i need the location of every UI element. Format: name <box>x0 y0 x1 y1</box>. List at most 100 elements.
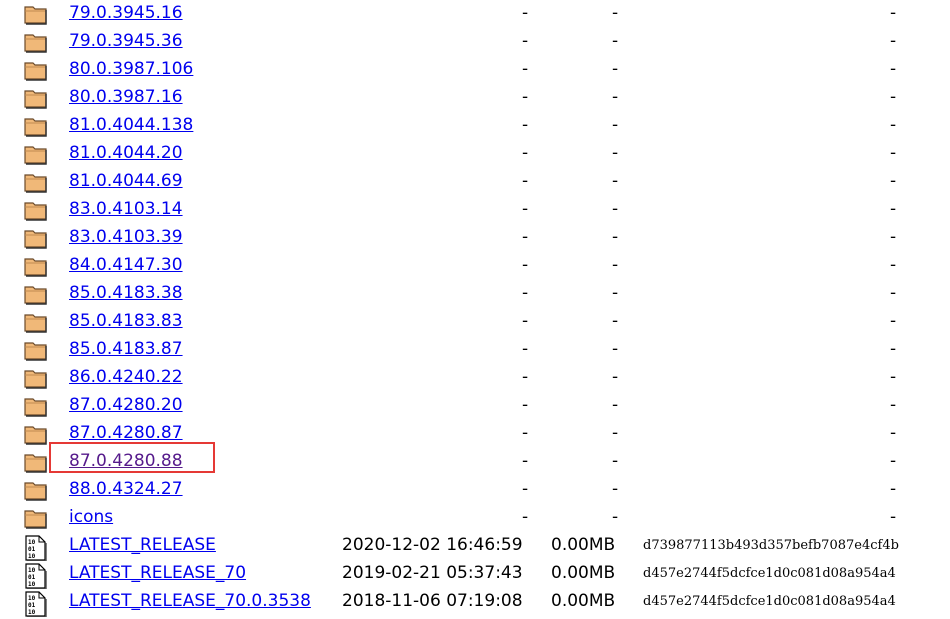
date-cell: - <box>522 115 529 135</box>
size-cell: - <box>612 59 619 79</box>
folder-icon <box>24 227 48 249</box>
hash-cell: - <box>890 115 897 135</box>
folder-icon <box>24 87 48 109</box>
svg-text:10: 10 <box>28 595 36 602</box>
size-cell: - <box>612 171 619 191</box>
size-cell: - <box>612 87 619 107</box>
svg-text:10: 10 <box>28 553 36 560</box>
size-cell: - <box>612 479 619 499</box>
entry-link[interactable]: 84.0.4147.30 <box>69 255 183 275</box>
hash-cell: - <box>890 87 897 107</box>
table-row: icons - - - <box>0 504 950 532</box>
table-row: 81.0.4044.20 - - - <box>0 140 950 168</box>
date-cell: - <box>522 87 529 107</box>
entry-link[interactable]: 87.0.4280.20 <box>69 395 183 415</box>
entry-link[interactable]: 83.0.4103.14 <box>69 199 183 219</box>
hash-cell: - <box>890 283 897 303</box>
entry-link[interactable]: icons <box>69 507 113 527</box>
date-cell: - <box>522 227 529 247</box>
folder-icon <box>24 339 48 361</box>
table-row: 85.0.4183.38 - - - <box>0 280 950 308</box>
table-row: 80.0.3987.106 - - - <box>0 56 950 84</box>
folder-icon <box>24 367 48 389</box>
entry-link[interactable]: 80.0.3987.16 <box>69 87 183 107</box>
entry-link[interactable]: 85.0.4183.87 <box>69 339 183 359</box>
date-cell: 2018-11-06 07:19:08 <box>342 591 523 611</box>
highlight-box <box>49 442 215 473</box>
size-cell: 0.00MB <box>551 563 616 583</box>
entry-link[interactable]: 83.0.4103.39 <box>69 227 183 247</box>
date-cell: 2019-02-21 05:37:43 <box>342 563 523 583</box>
folder-icon <box>24 115 48 137</box>
hash-cell: - <box>890 367 897 387</box>
table-row: 83.0.4103.39 - - - <box>0 224 950 252</box>
hash-cell: - <box>890 507 897 527</box>
hash-cell: - <box>890 3 897 23</box>
size-cell: - <box>612 367 619 387</box>
entry-link[interactable]: 81.0.4044.20 <box>69 143 183 163</box>
hash-cell: d457e2744f5dcfce1d0c081d08a954a4 <box>643 594 896 609</box>
hash-cell: - <box>890 311 897 331</box>
entry-link[interactable]: LATEST_RELEASE_70.0.3538 <box>69 591 311 611</box>
folder-icon <box>24 199 48 221</box>
svg-text:10: 10 <box>28 609 36 616</box>
binary-file-icon: 10 01 10 <box>24 591 48 618</box>
date-cell: - <box>522 31 529 51</box>
table-row: 79.0.3945.16 - - - <box>0 0 950 28</box>
entry-link[interactable]: 88.0.4324.27 <box>69 479 183 499</box>
entry-link[interactable]: 86.0.4240.22 <box>69 367 183 387</box>
date-cell: - <box>522 395 529 415</box>
size-cell: 0.00MB <box>551 591 616 611</box>
hash-cell: - <box>890 479 897 499</box>
folder-icon <box>24 395 48 417</box>
table-row: 87.0.4280.20 - - - <box>0 392 950 420</box>
size-cell: - <box>612 255 619 275</box>
size-cell: - <box>612 31 619 51</box>
date-cell: - <box>522 199 529 219</box>
entry-link[interactable]: 79.0.3945.36 <box>69 31 183 51</box>
table-row: 81.0.4044.69 - - - <box>0 168 950 196</box>
date-cell: - <box>522 339 529 359</box>
folder-icon <box>24 3 48 25</box>
table-row: 10 01 10 LATEST_RELEASE_70.0.3538 2018-11-06… <box>0 588 950 618</box>
folder-icon <box>24 283 48 305</box>
entry-link[interactable]: 80.0.3987.106 <box>69 59 193 79</box>
size-cell: - <box>612 451 619 471</box>
date-cell: - <box>522 143 529 163</box>
hash-cell: d739877113b493d357befb7087e4cf4b <box>643 538 899 553</box>
entry-link[interactable]: 81.0.4044.69 <box>69 171 183 191</box>
folder-icon <box>24 311 48 333</box>
table-row: 81.0.4044.138 - - - <box>0 112 950 140</box>
date-cell: - <box>522 3 529 23</box>
table-row: 83.0.4103.14 - - - <box>0 196 950 224</box>
table-row: 84.0.4147.30 - - - <box>0 252 950 280</box>
date-cell: - <box>522 423 529 443</box>
hash-cell: - <box>890 451 897 471</box>
svg-text:01: 01 <box>28 602 36 609</box>
table-row: 86.0.4240.22 - - - <box>0 364 950 392</box>
table-row: 80.0.3987.16 - - - <box>0 84 950 112</box>
entry-link[interactable]: LATEST_RELEASE <box>69 535 216 555</box>
folder-icon <box>24 171 48 193</box>
hash-cell: - <box>890 143 897 163</box>
table-row: 79.0.3945.36 - - - <box>0 28 950 56</box>
size-cell: - <box>612 143 619 163</box>
svg-text:01: 01 <box>28 546 36 553</box>
table-row: 10 01 10 LATEST_RELEASE_70 2019-02-21 05:37:… <box>0 560 950 590</box>
hash-cell: d457e2744f5dcfce1d0c081d08a954a4 <box>643 566 896 581</box>
binary-file-icon: 10 01 10 <box>24 535 48 562</box>
entry-link[interactable]: 79.0.3945.16 <box>69 3 183 23</box>
date-cell: - <box>522 255 529 275</box>
entry-link[interactable]: 85.0.4183.83 <box>69 311 183 331</box>
entry-link[interactable]: 85.0.4183.38 <box>69 283 183 303</box>
entry-link[interactable]: 87.0.4280.87 <box>69 423 183 443</box>
entry-link[interactable]: LATEST_RELEASE_70 <box>69 563 246 583</box>
date-cell: - <box>522 367 529 387</box>
size-cell: - <box>612 283 619 303</box>
size-cell: - <box>612 199 619 219</box>
entry-link[interactable]: 81.0.4044.138 <box>69 115 193 135</box>
hash-cell: - <box>890 339 897 359</box>
folder-icon <box>24 59 48 81</box>
size-cell: - <box>612 395 619 415</box>
size-cell: 0.00MB <box>551 535 616 555</box>
